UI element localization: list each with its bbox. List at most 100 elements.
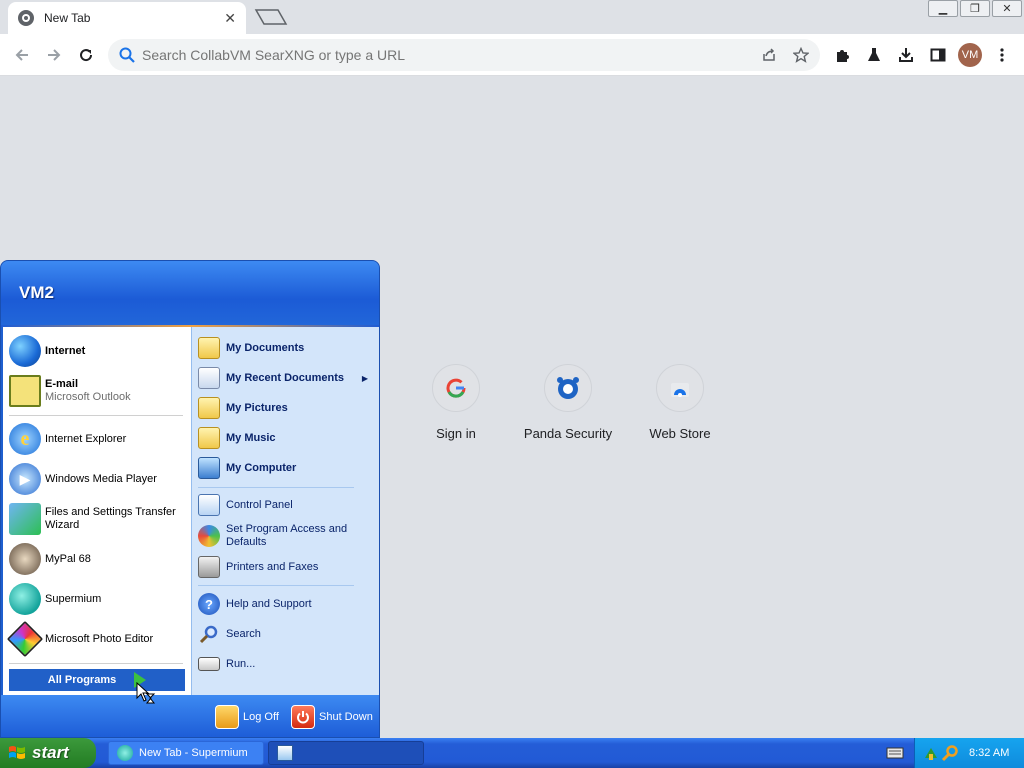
start-item-search[interactable]: Search xyxy=(198,621,374,647)
item-title: Control Panel xyxy=(226,498,293,511)
extensions-puzzle-icon[interactable] xyxy=(831,44,853,66)
menu-dots-icon[interactable] xyxy=(991,44,1013,66)
forward-button[interactable] xyxy=(42,43,66,67)
outlook-icon xyxy=(9,375,41,407)
start-item-windows-media-player[interactable]: ▶ Windows Media Player xyxy=(9,461,185,497)
music-folder-icon xyxy=(198,427,220,449)
network-icon[interactable] xyxy=(923,744,941,762)
all-programs-button[interactable]: All Programs xyxy=(9,669,185,691)
back-arrow-icon xyxy=(15,49,28,61)
shortcut-web-store[interactable]: Web Store xyxy=(624,364,736,441)
side-panel-icon[interactable] xyxy=(927,44,949,66)
start-item-photo-editor[interactable]: Microsoft Photo Editor xyxy=(6,620,185,658)
share-icon[interactable] xyxy=(760,46,778,64)
item-title: Search xyxy=(226,627,261,640)
start-item-files-settings-transfer[interactable]: Files and Settings Transfer Wizard xyxy=(9,501,185,537)
start-item-help-support[interactable]: ? Help and Support xyxy=(198,591,374,617)
control-panel-icon xyxy=(198,494,220,516)
start-item-my-computer[interactable]: My Computer xyxy=(198,455,374,481)
transfer-wizard-icon xyxy=(9,503,41,535)
tab-title: New Tab xyxy=(44,11,91,25)
taskbar-item-supermium[interactable]: New Tab - Supermium xyxy=(108,741,264,765)
item-title: My Music xyxy=(226,431,276,444)
start-item-my-music[interactable]: My Music xyxy=(198,425,374,451)
keyboard-icon[interactable] xyxy=(886,746,904,760)
web-store-icon xyxy=(656,364,704,412)
minimize-button[interactable]: ▁ xyxy=(928,0,958,17)
item-title: MyPal 68 xyxy=(45,552,91,565)
item-title: Run... xyxy=(226,657,256,670)
start-item-supermium[interactable]: Supermium xyxy=(9,581,185,617)
start-label: start xyxy=(32,743,69,762)
power-icon xyxy=(291,705,315,729)
supermium-icon xyxy=(9,583,41,615)
program-access-icon xyxy=(198,525,220,547)
close-window-button[interactable]: ✕ xyxy=(992,0,1022,17)
taskbar-item-label: New Tab - Supermium xyxy=(139,747,248,759)
bookmark-star-icon[interactable] xyxy=(792,46,810,64)
tab-new-tab[interactable]: New Tab ✕ xyxy=(8,2,246,34)
item-title: Set Program Access and Defaults xyxy=(226,523,348,548)
help-icon: ? xyxy=(198,593,220,615)
shortcut-sign-in[interactable]: Sign in xyxy=(400,364,512,441)
submenu-arrow-icon: ▶ xyxy=(361,373,368,383)
new-tab-button[interactable] xyxy=(254,8,288,26)
run-icon xyxy=(198,657,220,671)
item-title: Windows Media Player xyxy=(45,472,157,485)
google-g-icon xyxy=(432,364,480,412)
item-title: Files and Settings Transfer Wizard xyxy=(45,506,176,531)
start-menu-programs: Internet E-mail Microsoft Outlook e Inter… xyxy=(3,327,191,695)
pictures-folder-icon xyxy=(198,397,220,419)
restore-button[interactable]: ❐ xyxy=(960,0,990,17)
back-button[interactable] xyxy=(10,43,34,67)
start-item-email[interactable]: E-mail Microsoft Outlook xyxy=(9,373,185,409)
globe-icon xyxy=(9,335,41,367)
start-item-mypal[interactable]: MyPal 68 xyxy=(9,541,185,577)
start-item-control-panel[interactable]: Control Panel xyxy=(198,493,374,517)
shut-down-button[interactable]: Shut Down xyxy=(291,705,373,729)
start-button[interactable]: start xyxy=(0,738,96,768)
system-tray: 8:32 AM xyxy=(914,738,1024,768)
search-icon xyxy=(119,47,135,63)
address-bar[interactable] xyxy=(108,39,820,71)
start-item-my-documents[interactable]: My Documents xyxy=(198,335,374,361)
taskbar-item-window[interactable] xyxy=(268,741,424,765)
item-title: Help and Support xyxy=(226,597,312,610)
reload-button[interactable] xyxy=(74,43,98,67)
photo-editor-icon xyxy=(6,620,44,658)
separator xyxy=(198,585,354,586)
search-magnifier-icon xyxy=(198,623,220,645)
shortcut-label: Sign in xyxy=(436,426,476,441)
tab-close-icon[interactable]: ✕ xyxy=(224,10,236,27)
search-tray-icon[interactable] xyxy=(941,744,959,762)
item-title: Internet Explorer xyxy=(45,432,127,445)
log-off-button[interactable]: Log Off xyxy=(215,705,279,729)
start-item-my-recent-documents[interactable]: My Recent Documents ▶ xyxy=(198,365,374,391)
omnibox-input[interactable] xyxy=(142,47,742,63)
panda-security-icon xyxy=(544,364,592,412)
start-item-my-pictures[interactable]: My Pictures xyxy=(198,395,374,421)
start-item-program-access[interactable]: Set Program Access and Defaults xyxy=(198,521,374,551)
shortcut-panda-security[interactable]: Panda Security xyxy=(512,364,624,441)
mypal-raccoon-icon xyxy=(9,543,41,575)
item-title: My Pictures xyxy=(226,401,288,414)
start-item-internet[interactable]: Internet xyxy=(9,333,185,369)
labs-flask-icon[interactable] xyxy=(863,44,885,66)
start-menu: VM2 Internet E-mail Microsoft Outlook e I… xyxy=(0,260,380,738)
item-title: My Recent Documents xyxy=(226,371,344,384)
start-item-internet-explorer[interactable]: e Internet Explorer xyxy=(9,421,185,457)
start-item-printers-faxes[interactable]: Printers and Faxes xyxy=(198,555,374,579)
key-icon xyxy=(215,705,239,729)
user-name: VM2 xyxy=(19,283,54,302)
globe-icon xyxy=(18,10,34,26)
item-title: My Documents xyxy=(226,341,305,354)
browser-toolbar: VM xyxy=(0,34,1024,76)
item-title: My Computer xyxy=(226,461,297,474)
start-item-run[interactable]: Run... xyxy=(198,651,374,677)
printer-icon xyxy=(198,556,220,578)
shortcut-label: Web Store xyxy=(649,426,711,441)
separator xyxy=(9,415,183,416)
download-icon[interactable] xyxy=(895,44,917,66)
media-player-icon: ▶ xyxy=(9,463,41,495)
profile-avatar[interactable]: VM xyxy=(958,43,982,67)
